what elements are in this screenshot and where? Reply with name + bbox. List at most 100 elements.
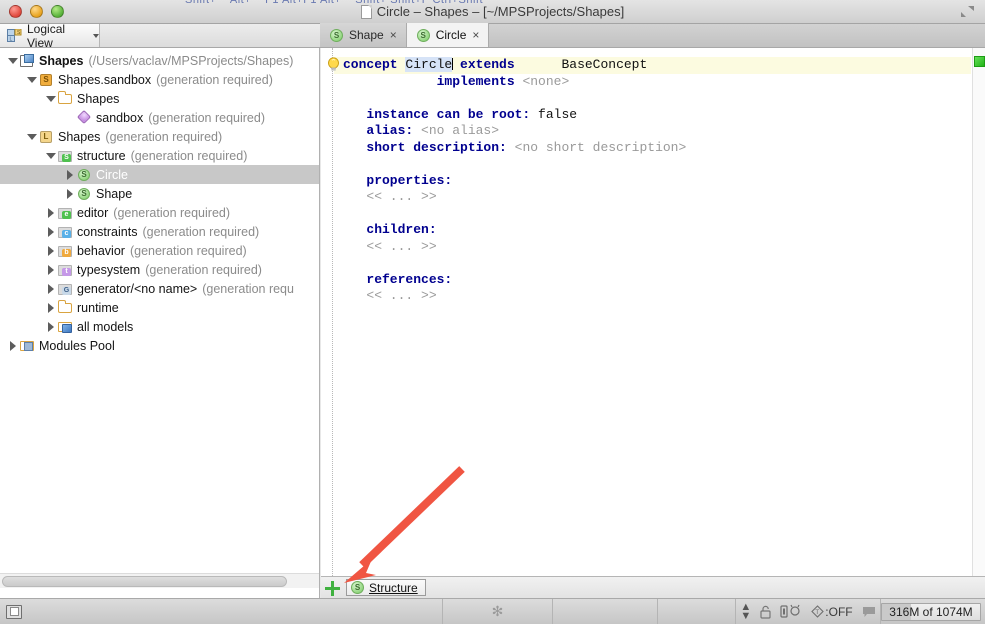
tree-row-label: Shapes — [77, 92, 119, 106]
tree-row-label: Circle — [96, 168, 128, 182]
tree-row-label: editor — [77, 206, 108, 220]
status-left-cell[interactable] — [0, 599, 443, 624]
code-line-13[interactable]: references: — [334, 272, 971, 289]
tab-shape[interactable]: S Shape × — [320, 23, 407, 47]
typesystem-model-icon: t — [57, 263, 73, 277]
add-aspect-button[interactable] — [324, 580, 340, 596]
tree-row-modules-pool[interactable]: Modules Pool — [0, 336, 319, 355]
toggle-indicator[interactable]: T :OFF — [811, 605, 852, 619]
tree-row-label: Shapes — [39, 54, 83, 68]
tree-row-subtext: (generation required) — [113, 206, 230, 220]
lightbulb-icon[interactable] — [327, 57, 340, 72]
window-icon[interactable] — [6, 605, 22, 619]
project-icon — [19, 54, 35, 68]
tree-row-runtime[interactable]: runtime — [0, 298, 319, 317]
tree-row-sandbox[interactable]: sandbox(generation required) — [0, 108, 319, 127]
code-line-9[interactable] — [334, 206, 971, 223]
sidebar-horizontal-scrollbar[interactable] — [0, 573, 320, 588]
code-keyword: extends — [460, 57, 515, 72]
tree-twisty-right[interactable] — [44, 282, 57, 295]
tree-twisty-right[interactable] — [44, 263, 57, 276]
code-line-3[interactable]: instance can be root: false — [334, 107, 971, 124]
code-keyword: concept — [343, 57, 405, 72]
zoom-button[interactable] — [51, 5, 64, 18]
code-line-0[interactable]: concept Circle extends BaseConcept — [334, 57, 971, 74]
code-keyword: implements — [437, 74, 523, 89]
tree-row-editor[interactable]: eeditor(generation required) — [0, 203, 319, 222]
tree-row-shapes-sandbox[interactable]: SShapes.sandbox(generation required) — [0, 70, 319, 89]
inspection-marker-column[interactable] — [972, 48, 985, 598]
code-line-11[interactable]: << ... >> — [334, 239, 971, 256]
code-keyword: alias: — [366, 123, 421, 138]
close-icon[interactable]: × — [472, 29, 479, 41]
tree-twisty-right[interactable] — [44, 244, 57, 257]
spinner-icon: ✻ — [492, 603, 504, 620]
green-inspection-marker-icon[interactable] — [974, 56, 985, 67]
tree-row-shapes[interactable]: Shapes(/Users/vaclav/MPSProjects/Shapes) — [0, 51, 319, 70]
close-button[interactable] — [9, 5, 22, 18]
tree-row-circle[interactable]: S Circle — [0, 165, 319, 184]
scrollbar-thumb[interactable] — [2, 576, 287, 587]
tree-row-generator-no-name[interactable]: Ggenerator/<no name>(generation requ — [0, 279, 319, 298]
tree-row-label: typesystem — [77, 263, 140, 277]
code-line-14[interactable]: << ... >> — [334, 288, 971, 305]
tree-twisty-right[interactable] — [44, 301, 57, 314]
behavior-model-icon: b — [57, 244, 73, 258]
tree-row-label: Shapes — [58, 130, 100, 144]
code-text: BaseConcept — [561, 57, 647, 72]
code-line-5[interactable]: short description: <no short description… — [334, 140, 971, 157]
structure-tab-button[interactable]: S Structure — [346, 579, 426, 596]
tree-row-label: sandbox — [96, 111, 143, 125]
tree-twisty-down[interactable] — [25, 130, 38, 143]
tree-row-shape[interactable]: SShape — [0, 184, 319, 203]
minimize-button[interactable] — [30, 5, 43, 18]
restore-icon[interactable] — [960, 5, 975, 18]
structure-model-icon: S — [57, 149, 73, 163]
code-line-4[interactable]: alias: <no alias> — [334, 123, 971, 140]
logical-view-selector[interactable]: S L Logical View — [0, 24, 100, 47]
editor-code-area[interactable]: concept Circle extends BaseConcept imple… — [334, 48, 971, 598]
tree-twisty-down[interactable] — [44, 92, 57, 105]
tree-twisty-right[interactable] — [44, 320, 57, 333]
all-models-icon — [57, 320, 73, 334]
code-line-12[interactable] — [334, 255, 971, 272]
status-progress-cell: ✻ — [443, 599, 553, 624]
tree-twisty-down[interactable] — [44, 149, 57, 162]
tree-twisty-right[interactable] — [63, 168, 76, 181]
code-text — [343, 140, 366, 155]
tree-twisty-down[interactable] — [25, 73, 38, 86]
tree-row-typesystem[interactable]: ttypesystem(generation required) — [0, 260, 319, 279]
tree-row-behavior[interactable]: bbehavior(generation required) — [0, 241, 319, 260]
code-line-2[interactable] — [334, 90, 971, 107]
tree-twisty-right[interactable] — [44, 206, 57, 219]
code-text: false — [538, 107, 577, 122]
tree-twisty-down[interactable] — [6, 54, 19, 67]
tree-row-constraints[interactable]: cconstraints(generation required) — [0, 222, 319, 241]
solution-icon: S — [38, 73, 54, 87]
window-title: Circle – Shapes – [~/MPSProjects/Shapes] — [0, 0, 985, 24]
code-line-6[interactable] — [334, 156, 971, 173]
concept-icon: S — [76, 168, 92, 182]
code-selected-name[interactable]: Circle — [405, 57, 452, 72]
tree-row-structure[interactable]: Sstructure(generation required) — [0, 146, 319, 165]
concept-editor[interactable]: concept Circle extends BaseConcept imple… — [321, 48, 985, 598]
tree-twisty-right[interactable] — [63, 187, 76, 200]
tree-row-all-models[interactable]: all models — [0, 317, 319, 336]
code-line-8[interactable]: << ... >> — [334, 189, 971, 206]
tree-twisty-right[interactable] — [44, 225, 57, 238]
code-line-1[interactable]: implements <none> — [334, 74, 971, 91]
updown-icon[interactable]: ▲▼ — [740, 603, 751, 621]
tab-circle[interactable]: S Circle × — [407, 23, 490, 47]
lock-icon[interactable] — [760, 605, 771, 619]
tree-row-shapes[interactable]: LShapes(generation required) — [0, 127, 319, 146]
memory-indicator[interactable]: 316M of 1074M — [881, 603, 981, 621]
tooltip-icon[interactable] — [862, 606, 876, 618]
plug-icon[interactable] — [780, 604, 802, 619]
tree-twisty-right[interactable] — [6, 339, 19, 352]
tree-row-shapes[interactable]: Shapes — [0, 89, 319, 108]
mps-ide-window: Shift+ ~ Alt+ ~ F1 Alt+F1 Alt+ ~ Shift+ … — [0, 0, 985, 624]
code-line-10[interactable]: children: — [334, 222, 971, 239]
code-line-7[interactable]: properties: — [334, 173, 971, 190]
project-tree-panel[interactable]: Shapes(/Users/vaclav/MPSProjects/Shapes)… — [0, 48, 320, 598]
close-icon[interactable]: × — [390, 29, 397, 41]
